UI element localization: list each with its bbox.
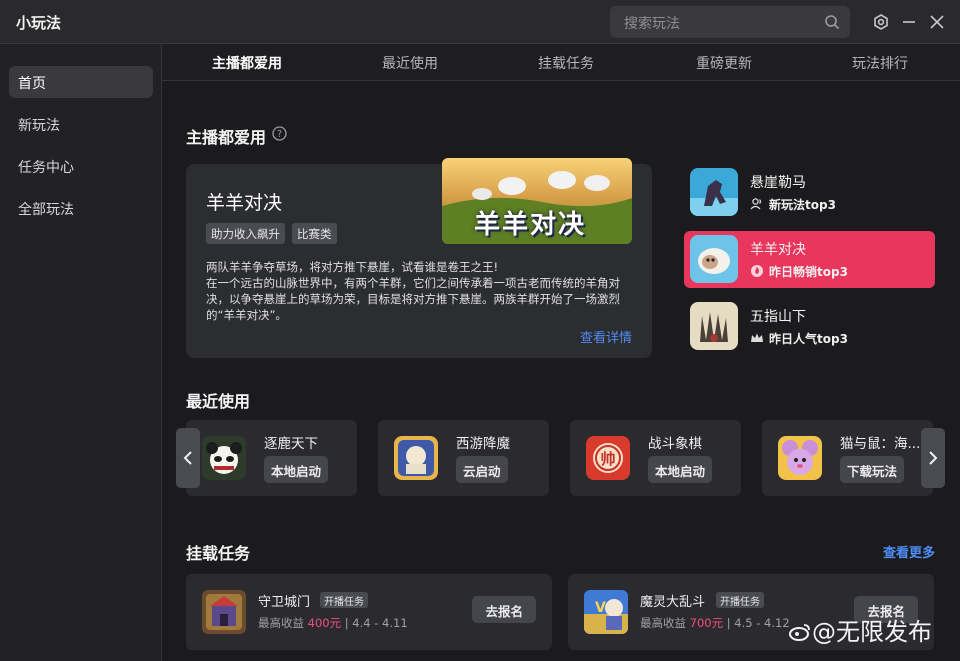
- task-dates: 4.5 - 4.12: [734, 616, 790, 630]
- download-button[interactable]: 下载玩法: [840, 456, 905, 483]
- game-icon-horse: [690, 168, 738, 216]
- title-bar: 小玩法 搜索玩法: [0, 0, 960, 44]
- task-game-name: 守卫城门: [258, 595, 311, 610]
- task-type-badge: 开播任务: [716, 592, 764, 608]
- game-icon-battle: V: [584, 590, 628, 634]
- meta-separator: |: [344, 616, 349, 630]
- scroll-left-button[interactable]: [176, 428, 200, 488]
- rank-item-badge: 昨日畅销top3: [750, 263, 848, 280]
- svg-text:?: ?: [277, 129, 282, 140]
- section-title-recent: 最近使用: [186, 392, 251, 411]
- app-title: 小玩法: [16, 14, 62, 32]
- crown-icon: [751, 333, 763, 342]
- recent-game-card[interactable]: 猫与鼠：海... 下载玩法: [762, 420, 933, 496]
- view-more-link[interactable]: 查看更多: [883, 542, 935, 561]
- tab-ranking[interactable]: 玩法排行: [852, 53, 908, 73]
- banner-title: 羊羊对决: [474, 210, 587, 240]
- minimize-icon[interactable]: [900, 13, 918, 31]
- view-details-link[interactable]: 查看详情: [580, 327, 632, 346]
- recent-game-name: 逐鹿天下: [264, 436, 318, 452]
- tab-popular[interactable]: 主播都爱用: [212, 53, 282, 73]
- task-type-badge: 开播任务: [320, 592, 368, 608]
- featured-game-title: 羊羊对决: [206, 192, 283, 214]
- svg-text:V: V: [595, 600, 606, 616]
- close-icon[interactable]: [928, 13, 946, 31]
- settings-icon[interactable]: [872, 13, 890, 31]
- chevron-right-icon: [929, 451, 938, 465]
- task-meta: 最高收益 700元 | 4.5 - 4.12: [640, 615, 790, 631]
- tab-bar: 主播都爱用 最近使用 挂载任务 重磅更新 玩法排行: [162, 44, 960, 81]
- recent-game-card[interactable]: 逐鹿天下 本地启动: [186, 420, 357, 496]
- rank-item-name: 羊羊对决: [750, 242, 806, 258]
- main-content: 主播都爱用 ? 羊羊对决 助力收入飙升 比赛类 两队羊羊争夺草场，将对方推下悬崖…: [162, 82, 960, 661]
- local-launch-button[interactable]: 本地启动: [264, 456, 329, 483]
- weibo-logo-icon: [789, 624, 810, 641]
- help-icon[interactable]: ?: [272, 126, 287, 141]
- fire-icon: [751, 265, 763, 277]
- tag-competition: 比赛类: [292, 223, 337, 244]
- recent-game-name: 西游降魔: [456, 436, 510, 452]
- game-icon-sheep: [690, 235, 738, 283]
- game-icon-panda: [202, 436, 246, 480]
- game-icon-castle: [202, 590, 246, 634]
- tag-income-boost: 助力收入飙升: [206, 223, 285, 244]
- meta-separator: |: [726, 616, 731, 630]
- local-launch-button[interactable]: 本地启动: [648, 456, 713, 483]
- game-icon-mountain: [690, 302, 738, 350]
- watermark-text: @无限发布: [812, 618, 932, 646]
- rank-item-badge-text: 新玩法top3: [769, 198, 836, 212]
- sidebar-item-new[interactable]: 新玩法: [9, 108, 153, 140]
- search-icon[interactable]: [824, 14, 840, 30]
- search-placeholder: 搜索玩法: [624, 16, 680, 32]
- recent-game-card[interactable]: 西游降魔 云启动: [378, 420, 549, 496]
- income-value: 700元: [689, 616, 724, 630]
- game-icon-mouse: [778, 436, 822, 480]
- cloud-launch-button[interactable]: 云启动: [456, 456, 508, 483]
- section-title-tasks: 挂载任务: [186, 544, 251, 563]
- featured-game-description: 两队羊羊争夺草场，将对方推下悬崖，试看谁是卷王之王! 在一个远古的山脉世界中，有…: [206, 260, 620, 322]
- section-title-popular: 主播都爱用: [186, 128, 267, 147]
- signup-button[interactable]: 去报名: [472, 596, 536, 623]
- tab-tasks[interactable]: 挂载任务: [538, 53, 594, 73]
- user-icon: [750, 198, 762, 210]
- recent-game-name: 猫与鼠：海...: [840, 436, 921, 452]
- task-dates: 4.4 - 4.11: [352, 616, 408, 630]
- rank-item[interactable]: 悬崖勒马 新玩法top3: [684, 164, 935, 221]
- tab-recent[interactable]: 最近使用: [382, 53, 438, 73]
- search-input[interactable]: 搜索玩法: [610, 6, 850, 38]
- sidebar-item-all[interactable]: 全部玩法: [9, 192, 153, 224]
- sidebar: 首页 新玩法 任务中心 全部玩法: [0, 44, 162, 661]
- rank-item[interactable]: 五指山下 昨日人气top3: [684, 298, 935, 355]
- rank-item-badge-text: 昨日畅销top3: [769, 265, 848, 279]
- rank-item-badge-text: 昨日人气top3: [769, 332, 848, 346]
- recent-game-name: 战斗象棋: [648, 436, 702, 452]
- scroll-right-button[interactable]: [921, 428, 945, 488]
- sidebar-item-tasks[interactable]: 任务中心: [9, 150, 153, 182]
- rank-item-name: 五指山下: [750, 309, 806, 325]
- svg-text:帅: 帅: [600, 450, 615, 468]
- featured-game-banner[interactable]: 羊羊对决: [442, 158, 632, 244]
- income-value: 400元: [307, 616, 342, 630]
- tab-updates[interactable]: 重磅更新: [696, 53, 752, 73]
- income-label: 最高收益: [258, 616, 304, 630]
- task-meta: 最高收益 400元 | 4.4 - 4.11: [258, 615, 408, 631]
- recent-game-card[interactable]: 帅 战斗象棋 本地启动: [570, 420, 741, 496]
- rank-item-badge: 新玩法top3: [750, 196, 836, 213]
- income-label: 最高收益: [640, 616, 686, 630]
- game-icon-monk: [394, 436, 438, 480]
- chevron-left-icon: [183, 451, 192, 465]
- rank-item-name: 悬崖勒马: [750, 175, 806, 191]
- game-icon-chess: 帅: [586, 436, 630, 480]
- watermark: @无限发布: [788, 612, 932, 647]
- task-game-name: 魔灵大乱斗: [640, 595, 706, 610]
- rank-item-active[interactable]: 羊羊对决 昨日畅销top3: [684, 231, 935, 288]
- rank-item-badge: 昨日人气top3: [750, 330, 848, 347]
- task-card[interactable]: 守卫城门 开播任务 最高收益 400元 | 4.4 - 4.11 去报名: [186, 574, 552, 650]
- sidebar-item-home[interactable]: 首页: [9, 66, 153, 98]
